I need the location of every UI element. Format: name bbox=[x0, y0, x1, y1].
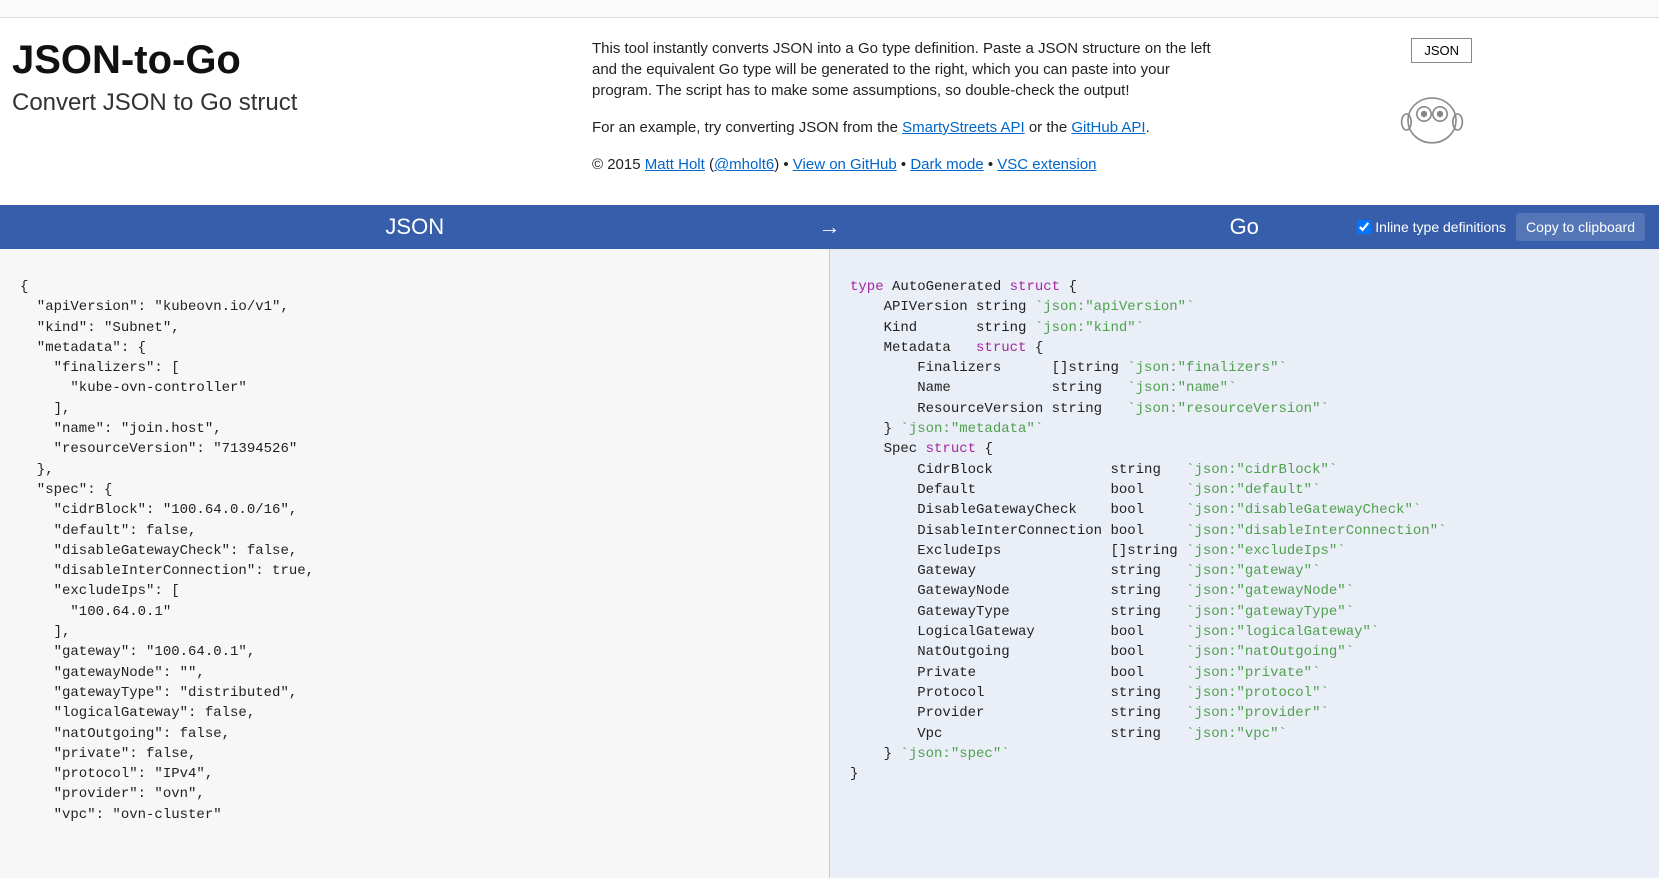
desc2-pre: For an example, try converting JSON from… bbox=[592, 119, 902, 136]
editor-panes: { "apiVersion": "kubeovn.io/v1", "kind":… bbox=[0, 249, 1659, 878]
header-description: This tool instantly converts JSON into a… bbox=[592, 38, 1212, 191]
vsc-extension-link[interactable]: VSC extension bbox=[997, 156, 1096, 173]
view-on-github-link[interactable]: View on GitHub bbox=[793, 156, 897, 173]
desc2-post: . bbox=[1146, 119, 1150, 136]
copy-to-clipboard-button[interactable]: Copy to clipboard bbox=[1516, 213, 1645, 241]
paren-open: ( bbox=[705, 156, 714, 173]
header-title-block: JSON-to-Go Convert JSON to Go struct bbox=[12, 38, 532, 191]
header-right: JSON bbox=[1272, 38, 1472, 191]
page-title: JSON-to-Go bbox=[12, 38, 532, 83]
credit-pre: © 2015 bbox=[592, 156, 645, 173]
column-header-band: JSON → Go Inline type definitions Copy t… bbox=[0, 205, 1659, 249]
inline-types-label: Inline type definitions bbox=[1375, 219, 1506, 235]
gopher-icon bbox=[1392, 79, 1472, 149]
page-subtitle: Convert JSON to Go struct bbox=[12, 89, 532, 117]
sep1: • bbox=[897, 156, 911, 173]
sep2: • bbox=[984, 156, 998, 173]
inline-types-checkbox[interactable] bbox=[1357, 220, 1371, 234]
go-output-pane[interactable]: type AutoGenerated struct { APIVersion s… bbox=[830, 249, 1659, 878]
desc2-mid: or the bbox=[1025, 119, 1072, 136]
json-logo-button[interactable]: JSON bbox=[1411, 38, 1472, 63]
credits-line: © 2015 Matt Holt (@mholt6) • View on Git… bbox=[592, 154, 1212, 175]
smartystreets-api-link[interactable]: SmartyStreets API bbox=[902, 119, 1025, 136]
paren-close: ) • bbox=[774, 156, 793, 173]
github-api-link[interactable]: GitHub API bbox=[1071, 119, 1145, 136]
page-header: JSON-to-Go Convert JSON to Go struct Thi… bbox=[0, 18, 1659, 205]
browser-bookmark-strip bbox=[0, 0, 1659, 18]
dark-mode-link[interactable]: Dark mode bbox=[910, 156, 983, 173]
twitter-handle-link[interactable]: @mholt6 bbox=[714, 156, 774, 173]
output-controls: Inline type definitions Copy to clipboar… bbox=[1357, 213, 1645, 241]
json-input-pane[interactable]: { "apiVersion": "kubeovn.io/v1", "kind":… bbox=[0, 249, 830, 878]
description-paragraph-1: This tool instantly converts JSON into a… bbox=[592, 38, 1212, 101]
author-link[interactable]: Matt Holt bbox=[645, 156, 705, 173]
inline-types-checkbox-wrap[interactable]: Inline type definitions bbox=[1357, 219, 1506, 235]
json-column-label: JSON bbox=[0, 214, 830, 240]
description-paragraph-2: For an example, try converting JSON from… bbox=[592, 117, 1212, 138]
